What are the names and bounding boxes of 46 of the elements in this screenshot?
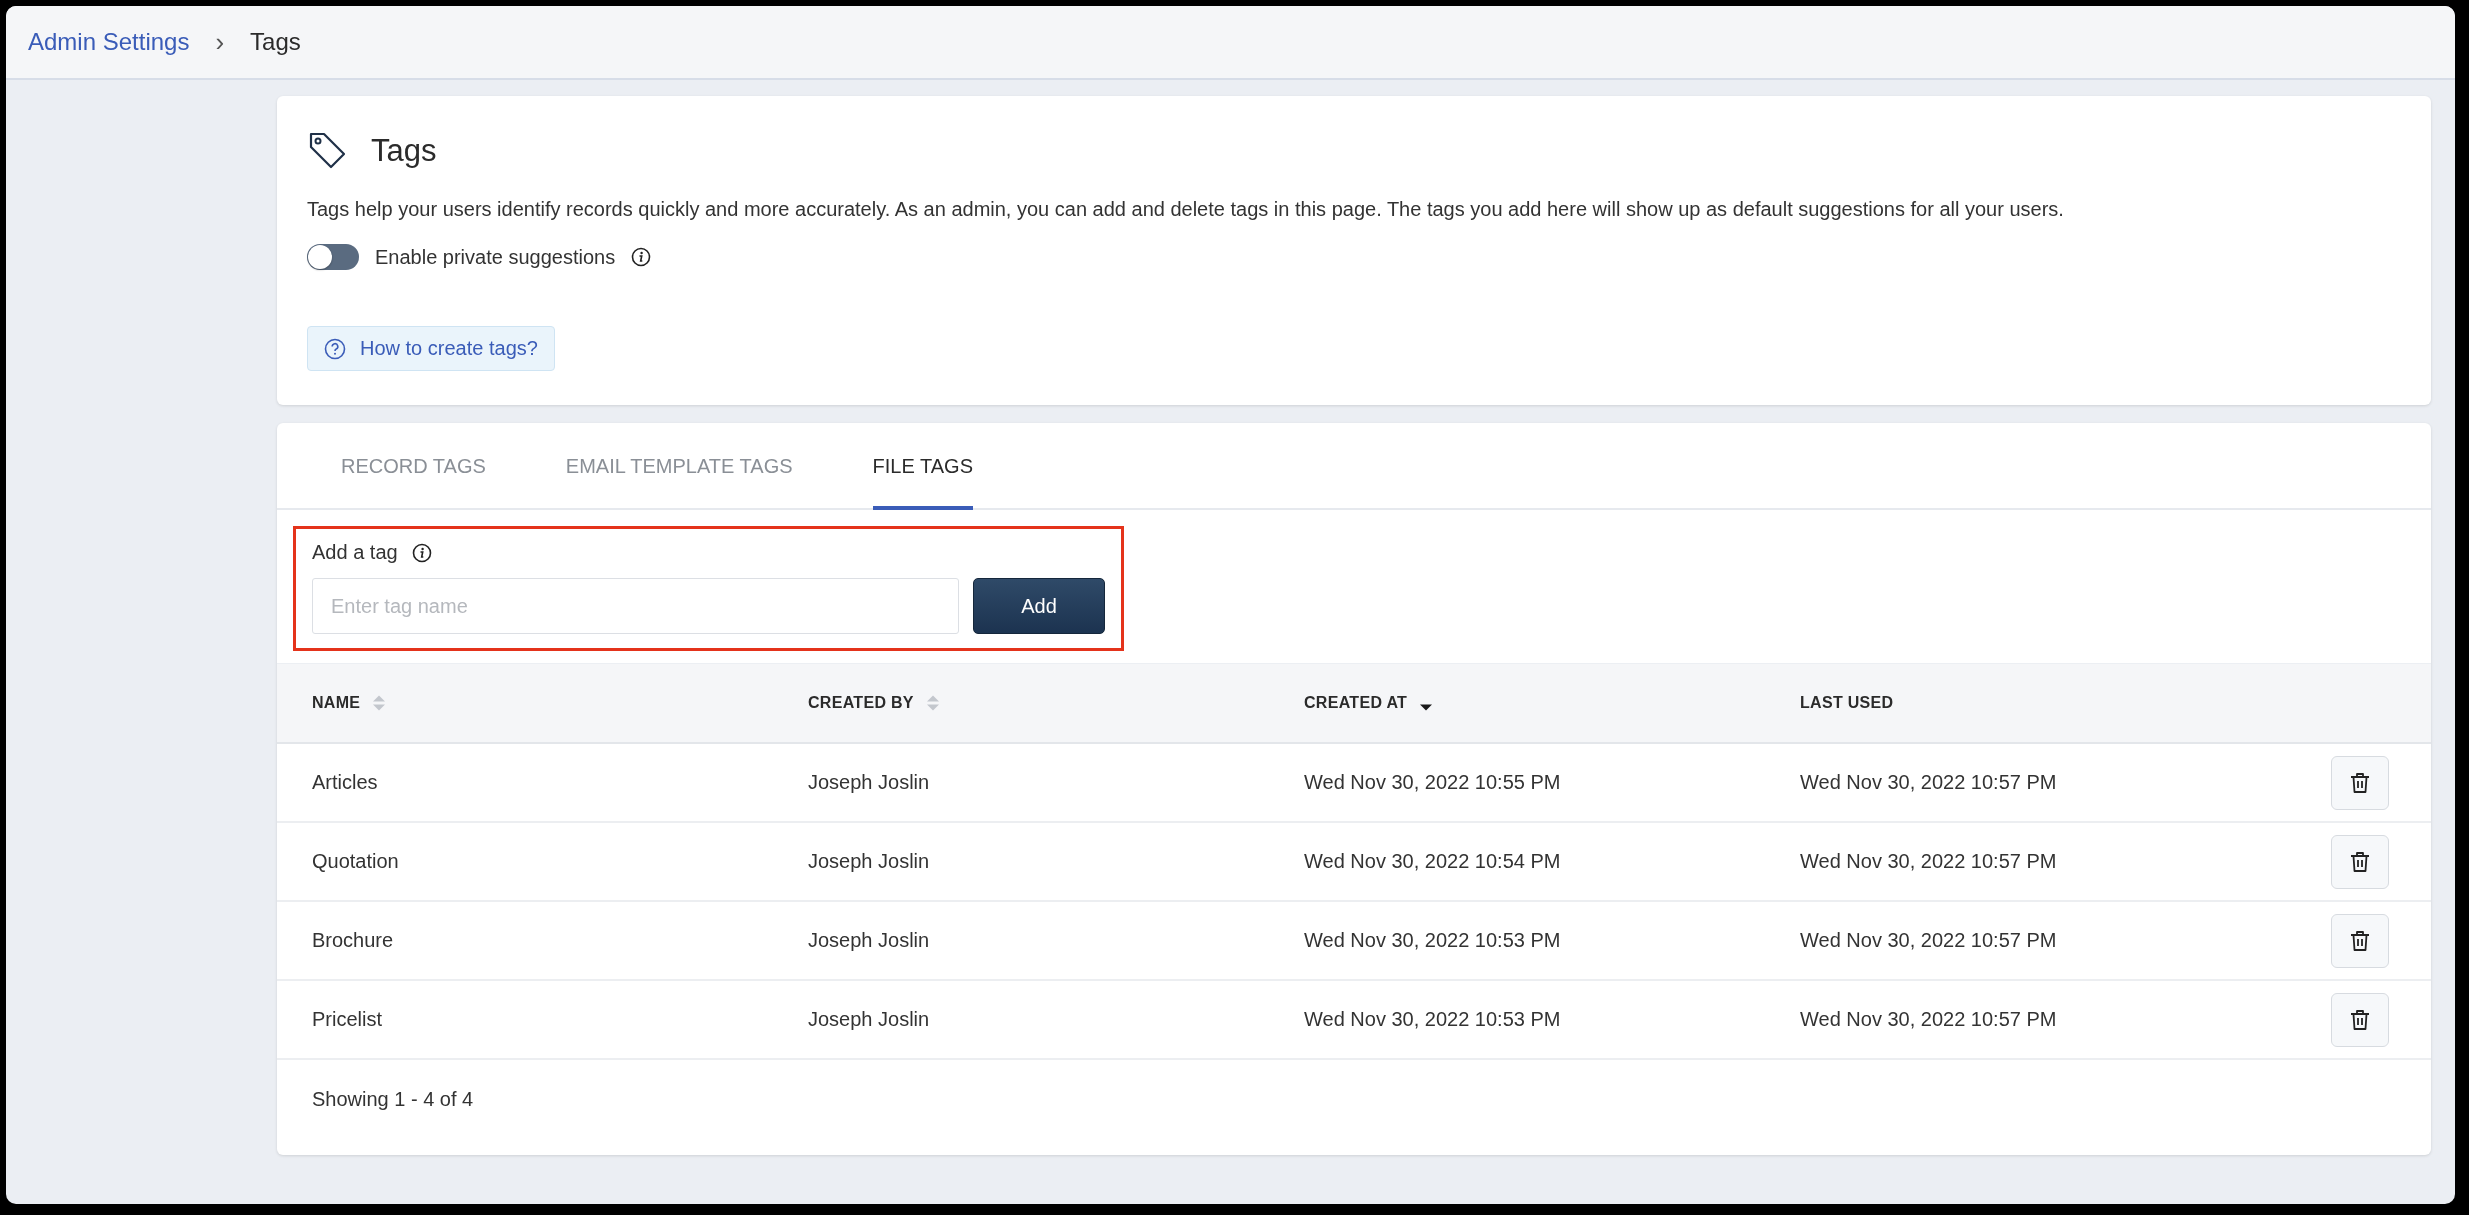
breadcrumb-current: Tags xyxy=(250,28,301,56)
table-cell-text: Wed Nov 30, 2022 10:54 PM xyxy=(1304,850,1562,873)
description-text: Tags help your users identify records quickly and more accurately. As an admin, you can add and delete tags in this page. The tags you add here will show up as default suggestions for all your users. xyxy=(307,197,2065,222)
add-tag-label: Add a tag xyxy=(312,541,398,564)
tab[interactable]: EMAIL TEMPLATE TAGS xyxy=(565,423,793,510)
help-icon xyxy=(324,337,346,360)
table-cell-text: Wed Nov 30, 2022 10:57 PM xyxy=(1800,771,2058,794)
table-cell-text: Articles xyxy=(312,771,379,794)
column-header: CREATED BY xyxy=(808,694,914,712)
delete-button[interactable] xyxy=(2331,834,2389,889)
column-header: NAME xyxy=(312,694,361,712)
trash-icon xyxy=(2349,928,2371,953)
delete-button[interactable] xyxy=(2331,913,2389,968)
tab[interactable]: RECORD TAGS xyxy=(341,423,486,510)
table-cell-text: Wed Nov 30, 2022 10:57 PM xyxy=(1800,850,2058,873)
toggle-switch[interactable] xyxy=(307,244,359,270)
tab[interactable]: FILE TAGS xyxy=(872,423,973,510)
delete-button[interactable] xyxy=(2331,755,2389,810)
breadcrumb-link[interactable]: Admin Settings xyxy=(28,28,190,56)
info-icon xyxy=(631,247,652,267)
page-title: Tags xyxy=(371,133,437,169)
toggle-label: Enable private suggestions xyxy=(375,245,616,269)
column-header: LAST USED xyxy=(1800,694,1894,712)
table-cell-text: Joseph Joslin xyxy=(808,1008,931,1031)
breadcrumb-separator: › xyxy=(215,26,225,58)
pagination-summary: Showing 1 - 4 of 4 xyxy=(311,1087,475,1112)
table-cell-text: Wed Nov 30, 2022 10:57 PM xyxy=(1800,1008,2058,1031)
table-cell-text: Joseph Joslin xyxy=(808,850,931,873)
table-cell-text: Brochure xyxy=(312,929,395,952)
delete-button[interactable] xyxy=(2331,992,2389,1047)
table-cell-text: Wed Nov 30, 2022 10:57 PM xyxy=(1800,929,2058,952)
table-cell-text: Wed Nov 30, 2022 10:55 PM xyxy=(1304,771,1562,794)
table-cell-text: Joseph Joslin xyxy=(808,929,931,952)
trash-icon xyxy=(2349,1007,2371,1032)
trash-icon xyxy=(2349,770,2371,795)
trash-icon xyxy=(2349,849,2371,874)
help-button[interactable]: How to create tags? xyxy=(307,326,555,371)
table-cell-text: Wed Nov 30, 2022 10:53 PM xyxy=(1304,1008,1562,1031)
tag-name-input[interactable]: Enter tag name xyxy=(312,578,959,634)
table-cell-text: Pricelist xyxy=(312,1008,383,1031)
table-cell-text: Quotation xyxy=(312,850,400,873)
add-button[interactable]: Add xyxy=(973,578,1105,634)
column-header: CREATED AT xyxy=(1304,694,1408,712)
info-icon xyxy=(411,542,432,563)
table-cell-text: Joseph Joslin xyxy=(808,771,931,794)
table-cell-text: Wed Nov 30, 2022 10:53 PM xyxy=(1304,929,1562,952)
